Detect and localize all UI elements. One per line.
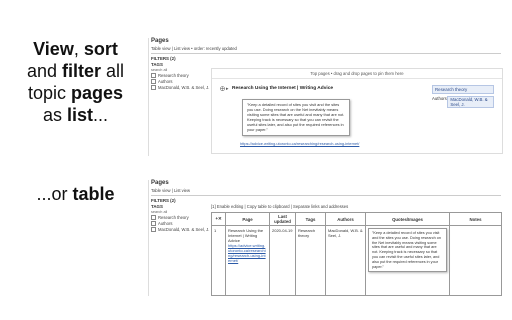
filters-toggle[interactable]: FILTERS (2) [151, 56, 504, 61]
filter-item[interactable]: Research theory [151, 215, 209, 220]
column-header-updated[interactable]: Last updated [269, 212, 296, 226]
view-switcher[interactable]: Table view | List view • order: recently… [151, 46, 504, 51]
source-link[interactable]: https://advice.writing.utoronto.ca/resea… [240, 141, 359, 146]
quote-box: "Keep a detailed record of sites you vis… [242, 99, 350, 137]
checkbox[interactable] [151, 79, 156, 84]
filter-list: search all Research theory Authors MacDo… [151, 210, 209, 233]
tag-info: Research theory Authors MacDonald, W.B. … [432, 85, 494, 108]
cell-notes[interactable] [449, 225, 502, 296]
page-title-link[interactable]: Research Using the Internet | Writing Ad… [232, 86, 333, 91]
checkbox[interactable] [151, 227, 156, 232]
checkbox[interactable] [151, 73, 156, 78]
column-header-notes[interactable]: Notes [449, 212, 502, 226]
list-view-panel: Pages Table view | List view • order: re… [148, 38, 504, 156]
table-toolbar[interactable]: [1] Enable editing | Copy table to clipb… [211, 204, 348, 209]
checkbox[interactable] [151, 85, 156, 90]
quote-box: "Keep a detailed record of sites you vis… [368, 228, 447, 273]
row-number: 1 [211, 225, 226, 296]
filters-toggle[interactable]: FILTERS (2) [151, 198, 504, 203]
search-all-link[interactable]: search all [151, 210, 209, 214]
column-header-quotes[interactable]: Quotes/Images [365, 212, 450, 226]
divider [151, 195, 501, 196]
tags-heading: TAGS [151, 62, 163, 67]
caption-word-view: View [33, 39, 74, 59]
page-title-text[interactable]: Research Using the Internet | Writing Ad… [228, 228, 263, 243]
pages-table: +✕ Page Last updated Tags Authors Quotes… [211, 212, 502, 296]
filter-item[interactable]: MacDonald, W.B. & Seel, J. [151, 227, 209, 232]
tag-chip[interactable]: Research theory [432, 85, 494, 94]
table-header-row: +✕ Page Last updated Tags Authors Quotes… [211, 212, 502, 226]
panel-title: Pages [151, 180, 169, 186]
panel-title: Pages [151, 38, 169, 44]
table-view-panel: Pages Table view | List view FILTERS (2)… [148, 180, 504, 296]
column-header-page[interactable]: Page [225, 212, 270, 226]
column-header-authors[interactable]: Authors [325, 212, 366, 226]
cell-authors[interactable]: MacDonald, W.B. & Seel, J. [325, 225, 366, 296]
caption-word-pages: pages [71, 83, 124, 103]
caption-word-filter: filter [62, 61, 102, 81]
cell-page: Research Using the Internet | Writing Ad… [225, 225, 270, 296]
column-header-controls[interactable]: +✕ [211, 212, 226, 226]
view-switcher[interactable]: Table view | List view [151, 188, 504, 193]
divider [151, 53, 501, 54]
caption-word-table: table [72, 184, 115, 204]
authors-label: Authors [432, 96, 447, 101]
column-header-tags[interactable]: Tags [295, 212, 326, 226]
filter-list: search all Research theory Authors MacDo… [151, 68, 209, 91]
list-item[interactable]: ⨁ ▸ Research Using the Internet | Writin… [212, 79, 502, 147]
caption-word-sort: sort [83, 39, 118, 59]
caption-word-list: list [66, 105, 93, 125]
expand-icon[interactable]: ▸ [226, 86, 229, 92]
page-list: Top pages • drag and drop pages to pin t… [211, 68, 503, 154]
table-row[interactable]: 1 Research Using the Internet | Writing … [211, 225, 502, 296]
page-link[interactable]: https://advice.writing.utoronto.ca/resea… [228, 243, 266, 263]
filter-item[interactable]: Authors [151, 221, 209, 226]
caption-table: ...or table [36, 184, 115, 204]
checkbox[interactable] [151, 221, 156, 226]
pin-icon[interactable]: ⨁ [220, 86, 225, 92]
filter-item[interactable]: MacDonald, W.B. & Seel, J. [151, 85, 209, 90]
pin-hint: Top pages • drag and drop pages to pin t… [212, 69, 502, 79]
author-chip[interactable]: MacDonald, W.B. & Seel, J. [447, 96, 494, 108]
caption-list: View, sort and filter all topic pages as… [26, 39, 125, 125]
cell-quotes: "Keep a detailed record of sites you vis… [365, 225, 450, 296]
search-all-link[interactable]: search all [151, 68, 209, 72]
checkbox[interactable] [151, 215, 156, 220]
filter-item[interactable]: Research theory [151, 73, 209, 78]
cell-tags[interactable]: Research theory [295, 225, 326, 296]
filter-item[interactable]: Authors [151, 79, 209, 84]
cell-updated: 2020-04-19 [269, 225, 296, 296]
